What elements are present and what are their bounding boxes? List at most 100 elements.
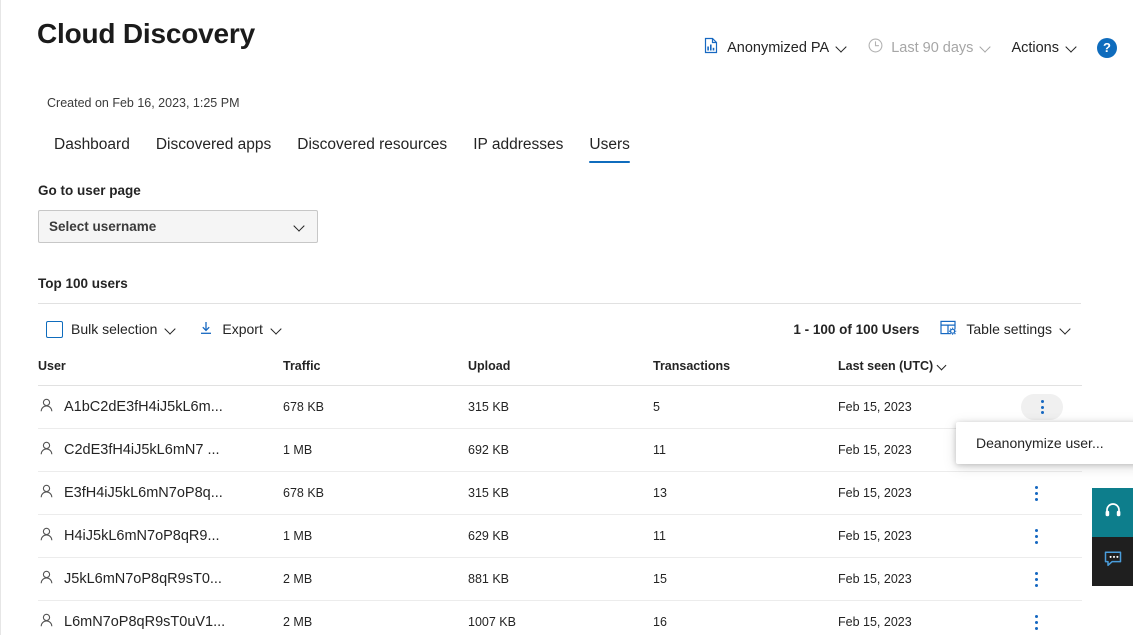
cell-user[interactable]: L6mN7oP8qR9sT0uV1...: [38, 600, 283, 635]
column-header-actions: [1013, 353, 1082, 386]
support-button[interactable]: [1092, 488, 1133, 537]
report-selector-label: Anonymized PA: [727, 39, 830, 56]
cell-actions: [1013, 600, 1082, 635]
cell-last-seen: Feb 15, 2023: [838, 557, 1013, 601]
row-actions-menu-icon[interactable]: [1021, 479, 1051, 507]
feedback-button[interactable]: [1092, 537, 1133, 586]
cell-transactions: 13: [653, 471, 838, 515]
cell-transactions: 15: [653, 557, 838, 601]
cell-upload: 692 KB: [468, 428, 653, 472]
cell-last-seen: Feb 15, 2023: [838, 471, 1013, 515]
users-table: User Traffic Upload Transactions Last se…: [38, 353, 1082, 635]
menu-item-deanonymize-user[interactable]: Deanonymize user...: [956, 429, 1133, 457]
cell-transactions: 11: [653, 428, 838, 472]
cell-actions: [1013, 514, 1082, 558]
table-row[interactable]: C2dE3fH4iJ5kL6mN7 ... 1 MB 692 KB 11 Feb 15,…: [38, 428, 1082, 472]
person-icon: [38, 440, 55, 461]
row-actions-menu-icon[interactable]: [1021, 608, 1051, 635]
person-icon: [38, 569, 55, 590]
cell-traffic: 678 KB: [283, 385, 468, 429]
feedback-icon: [1103, 550, 1123, 573]
cell-transactions: 11: [653, 514, 838, 558]
row-actions-menu-icon[interactable]: [1021, 565, 1051, 593]
table-header-row: User Traffic Upload Transactions Last se…: [38, 353, 1082, 386]
column-header-upload[interactable]: Upload: [468, 353, 653, 386]
user-name: H4iJ5kL6mN7oP8qR9...: [64, 528, 220, 544]
cell-transactions: 5: [653, 385, 838, 429]
side-rail: [1092, 488, 1133, 586]
cell-user[interactable]: H4iJ5kL6mN7oP8qR9...: [38, 514, 283, 558]
table-row[interactable]: H4iJ5kL6mN7oP8qR9... 1 MB 629 KB 11 Feb 15, …: [38, 514, 1082, 558]
table-settings-label: Table settings: [966, 321, 1052, 337]
users-table-card: Bulk selection Export 1 - 100 of 100 Use…: [38, 303, 1082, 635]
table-toolbar: Bulk selection Export 1 - 100 of 100 Use…: [38, 303, 1081, 353]
header-controls: Anonymized PA Last 90 days Actions ?: [694, 33, 1117, 62]
report-icon: [703, 37, 720, 58]
tab-ip-addresses[interactable]: IP addresses: [460, 132, 576, 163]
clock-icon: [867, 37, 884, 58]
cell-actions: [1013, 557, 1082, 601]
column-header-user[interactable]: User: [38, 353, 283, 386]
username-select[interactable]: Select username: [38, 210, 318, 243]
tab-users[interactable]: Users: [576, 132, 642, 163]
row-actions-menu-icon[interactable]: [1021, 394, 1063, 420]
table-row[interactable]: E3fH4iJ5kL6mN7oP8q... 678 KB 315 KB 13 Feb 1…: [38, 471, 1082, 515]
cell-traffic: 2 MB: [283, 557, 468, 601]
cell-upload: 629 KB: [468, 514, 653, 558]
bulk-selection-button[interactable]: Bulk selection: [38, 316, 186, 343]
table-row[interactable]: L6mN7oP8qR9sT0uV1... 2 MB 1007 KB 16 Feb 15,…: [38, 600, 1082, 635]
chevron-down-icon: [294, 220, 307, 233]
report-selector-button[interactable]: Anonymized PA: [694, 33, 858, 62]
export-button[interactable]: Export: [190, 315, 291, 344]
person-icon: [38, 483, 55, 504]
bulk-selection-label: Bulk selection: [71, 321, 158, 337]
chevron-down-icon: [836, 41, 849, 54]
row-context-menu: Deanonymize user...: [956, 422, 1133, 464]
table-body: A1bC2dE3fH4iJ5kL6m... 678 KB 315 KB 5 Feb 15…: [38, 385, 1082, 635]
row-actions-menu-icon[interactable]: [1021, 522, 1051, 550]
toolbar-left-group: Bulk selection Export: [38, 315, 292, 344]
table-settings-button[interactable]: Table settings: [932, 315, 1081, 344]
cell-last-seen: Feb 15, 2023: [838, 514, 1013, 558]
date-range-button[interactable]: Last 90 days: [858, 33, 1002, 62]
download-icon: [198, 320, 214, 339]
column-header-transactions[interactable]: Transactions: [653, 353, 838, 386]
actions-label: Actions: [1011, 39, 1059, 56]
tab-bar: Dashboard Discovered apps Discovered res…: [41, 132, 643, 163]
cell-upload: 881 KB: [468, 557, 653, 601]
tab-discovered-apps[interactable]: Discovered apps: [143, 132, 284, 163]
cell-user[interactable]: A1bC2dE3fH4iJ5kL6m...: [38, 385, 283, 429]
cell-traffic: 678 KB: [283, 471, 468, 515]
table-row[interactable]: A1bC2dE3fH4iJ5kL6m... 678 KB 315 KB 5 Feb 15…: [38, 385, 1082, 429]
page-title: Cloud Discovery: [37, 18, 255, 49]
person-icon: [38, 612, 55, 633]
column-header-last-seen[interactable]: Last seen (UTC): [838, 353, 1013, 386]
column-header-traffic[interactable]: Traffic: [283, 353, 468, 386]
toolbar-right-group: 1 - 100 of 100 Users Table settings: [793, 315, 1081, 344]
user-name: L6mN7oP8qR9sT0uV1...: [64, 614, 226, 630]
export-label: Export: [222, 321, 263, 337]
chevron-down-icon: [1060, 323, 1073, 336]
username-select-value: Select username: [49, 219, 157, 234]
cell-user[interactable]: C2dE3fH4iJ5kL6mN7 ...: [38, 428, 283, 472]
cell-user[interactable]: J5kL6mN7oP8qR9sT0...: [38, 557, 283, 601]
chevron-down-icon: [271, 323, 284, 336]
table-row[interactable]: J5kL6mN7oP8qR9sT0... 2 MB 881 KB 15 Feb 15, …: [38, 557, 1082, 601]
help-icon[interactable]: ?: [1097, 37, 1117, 58]
cell-upload: 1007 KB: [468, 600, 653, 635]
cell-user[interactable]: E3fH4iJ5kL6mN7oP8q...: [38, 471, 283, 515]
user-name: E3fH4iJ5kL6mN7oP8q...: [64, 485, 223, 501]
page-header: Cloud Discovery Anonymized PA Last 90 da…: [1, 0, 1133, 78]
tab-discovered-resources[interactable]: Discovered resources: [284, 132, 460, 163]
actions-button[interactable]: Actions: [1002, 36, 1088, 60]
cell-traffic: 2 MB: [283, 600, 468, 635]
chevron-down-icon: [980, 41, 993, 54]
person-icon: [38, 526, 55, 547]
go-to-user-page-label: Go to user page: [38, 183, 141, 198]
column-header-last-seen-label: Last seen (UTC): [838, 359, 934, 373]
cell-actions: [1013, 471, 1082, 515]
checkbox-icon[interactable]: [46, 320, 63, 338]
created-on-text: Created on Feb 16, 2023, 1:25 PM: [47, 96, 240, 110]
tab-dashboard[interactable]: Dashboard: [41, 132, 143, 163]
person-icon: [38, 397, 55, 418]
